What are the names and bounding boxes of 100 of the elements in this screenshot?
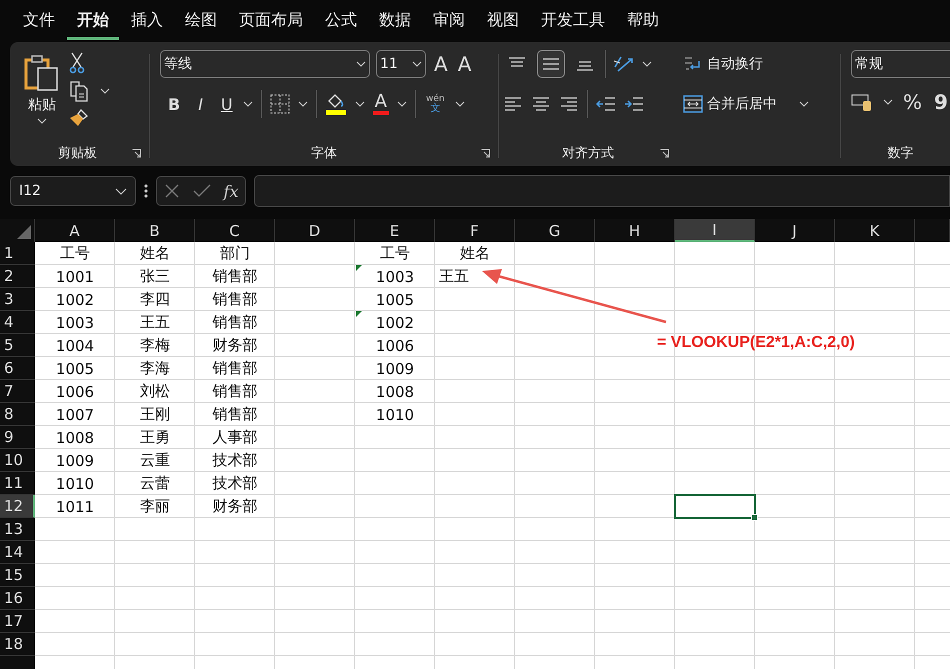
wrap-text-button[interactable]: 自动换行 [681,50,765,78]
caret-icon [115,188,127,194]
column-header[interactable]: B [115,219,195,242]
cell-text: 技术部 [212,474,258,493]
percent-button[interactable]: % [901,90,924,114]
caret-icon[interactable] [100,88,110,94]
column-header[interactable]: F [435,219,515,242]
comma-button[interactable]: 9 [932,90,950,114]
cell-text: 1001 [56,268,94,286]
caret-icon [37,118,47,124]
column-header[interactable]: K [835,219,915,242]
vertical-align-button[interactable] [537,50,565,78]
align-left-icon[interactable] [503,96,523,112]
paste-button[interactable]: 粘贴 [24,50,60,140]
triangle-icon [17,225,31,239]
caret-icon [356,61,366,67]
column-header[interactable]: I [675,219,755,242]
borders-icon[interactable] [270,94,290,114]
font-color-button[interactable]: A [372,93,389,115]
column-header[interactable]: J [755,219,835,242]
active-cell[interactable] [674,494,756,519]
cell-text: 1003 [56,314,94,332]
insert-function-button[interactable]: fx [224,182,238,200]
caret-icon[interactable] [642,61,652,67]
caret-icon[interactable] [454,101,465,107]
column-header[interactable]: H [595,219,675,242]
cell-text: 1008 [56,428,94,446]
italic-button[interactable]: I [190,94,205,114]
cell-text: 1006 [56,382,94,400]
decrease-indent-icon[interactable] [596,96,616,112]
menu-tab[interactable]: 插入 [121,2,173,40]
cell-text: 1006 [376,336,414,354]
number-format-dropdown[interactable]: 常规 [851,50,950,78]
name-box[interactable]: I12 [10,176,136,206]
copy-icon[interactable] [68,80,90,102]
grow-font-button[interactable]: A [432,52,450,76]
menu-tab[interactable]: 审阅 [423,2,475,40]
fill-color-icon[interactable] [324,93,347,115]
cell-text: 云重 [140,451,170,470]
cell-text: 财务部 [212,336,258,355]
group-label: 对齐方式 [562,145,614,162]
align-right-icon[interactable] [559,96,579,112]
caret-icon[interactable] [396,101,407,107]
phonetic-button[interactable]: wén 文 [424,94,447,114]
lines-icon [541,56,561,72]
caret-icon [799,101,809,107]
cell-text: 王五 [140,313,170,332]
cell-text: 1007 [56,406,94,424]
select-all-button[interactable] [0,219,35,242]
dialog-launcher-icon[interactable] [660,149,669,158]
clipboard-icon [24,54,60,92]
cell-text: 王刚 [140,405,170,424]
menu-tab[interactable]: 页面布局 [229,2,313,40]
shrink-font-button[interactable]: A [456,52,474,76]
menu-tab[interactable]: 帮助 [617,2,669,40]
menu-tab[interactable]: 公式 [315,2,367,40]
row-header[interactable]: 12 [0,495,35,518]
group-label: 剪贴板 [58,145,97,162]
check-icon[interactable] [192,184,211,198]
merge-center-button[interactable]: 合并后居中 [681,90,811,118]
font-name-dropdown[interactable]: 等线 [160,50,370,78]
formula-input[interactable] [254,175,950,207]
dialog-launcher-icon[interactable] [481,149,490,158]
caret-icon[interactable] [298,101,308,107]
menu-tab[interactable]: 视图 [477,2,529,40]
paintbrush-icon[interactable] [68,108,90,128]
align-center-icon[interactable] [531,96,551,112]
cell-text: 李梅 [140,336,170,355]
column-header[interactable]: E [355,219,435,242]
underline-button[interactable]: U [212,94,235,114]
caret-icon[interactable] [242,101,253,107]
menu-tab[interactable]: 文件 [13,2,65,40]
menu-tab[interactable]: 开发工具 [531,2,615,40]
column-header[interactable]: A [35,219,115,242]
cell-text: 销售部 [212,382,258,401]
dialog-launcher-icon[interactable] [132,149,141,158]
cell-text: 王勇 [140,428,170,447]
scissors-icon[interactable] [68,52,86,74]
menu-tab[interactable]: 绘图 [175,2,227,40]
cell-text: 1010 [56,474,94,492]
cell-text: 1005 [56,360,94,378]
formula-annotation: = VLOOKUP(E2*1,A:C,2,0) [657,334,855,352]
cell-text: 人事部 [212,428,258,447]
font-size-dropdown[interactable]: 11 [376,50,426,78]
menu-tab[interactable]: 数据 [369,2,421,40]
column-header[interactable]: D [275,219,355,242]
column-header[interactable]: C [195,219,275,242]
caret-icon[interactable] [883,99,893,105]
bold-button[interactable]: B [160,94,182,114]
more-icon[interactable] [144,183,148,199]
cell-text: 1009 [56,452,94,470]
merge-cells-icon [683,95,703,113]
cell-text: 姓名 [460,244,490,263]
cell-text: 销售部 [212,359,258,378]
increase-indent-icon[interactable] [624,96,644,112]
column-header[interactable]: G [515,219,595,242]
caret-icon[interactable] [354,101,365,107]
cancel-icon[interactable] [164,183,180,199]
cell-text: 李四 [140,290,170,309]
cell-text: 1002 [56,290,94,308]
